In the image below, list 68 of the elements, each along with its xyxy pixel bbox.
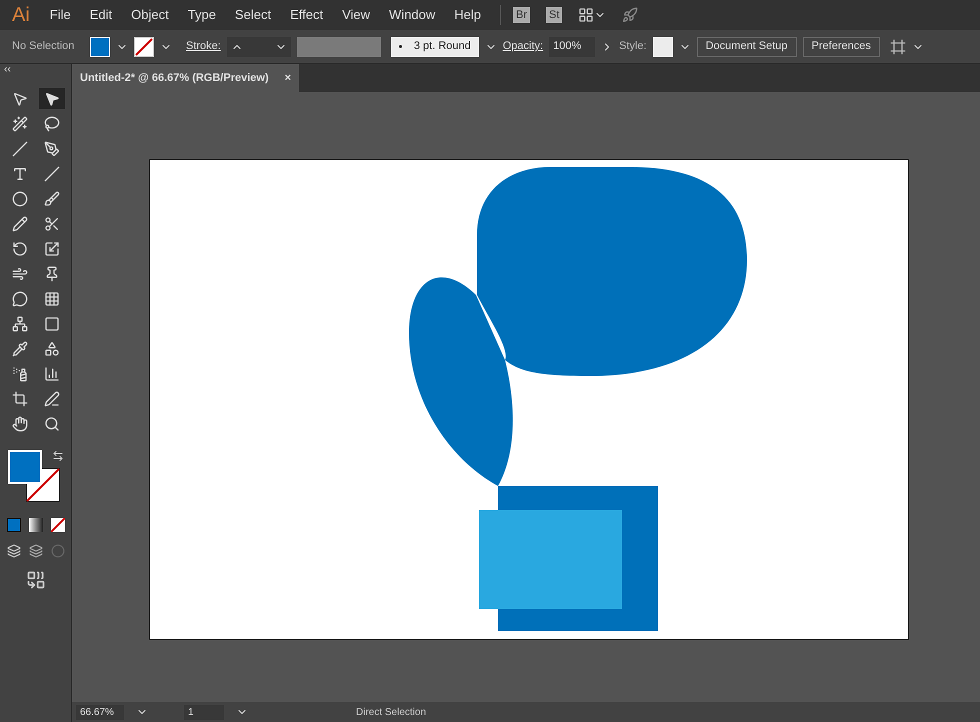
- fill-color-swatch[interactable]: [8, 450, 42, 484]
- brush-icon: [44, 190, 60, 206]
- menu-item[interactable]: Help: [454, 5, 482, 25]
- current-tool: Direct Selection: [356, 706, 426, 720]
- shape-builder-icon: [44, 340, 60, 356]
- zoom-field[interactable]: 66.67%: [76, 704, 124, 720]
- bubble-icon: [12, 290, 28, 306]
- menu-item[interactable]: File: [50, 5, 71, 25]
- stroke-label: Stroke:: [186, 39, 221, 54]
- gradient-icon: [44, 316, 60, 332]
- color-mode-swatch[interactable]: [6, 518, 20, 532]
- menu-item[interactable]: Effect: [290, 5, 324, 25]
- style-label: Style:: [619, 39, 647, 54]
- stroke-none-swatch[interactable]: [134, 36, 154, 56]
- opacity-field[interactable]: 100%: [549, 36, 596, 56]
- none-mode-swatch[interactable]: [50, 518, 64, 532]
- type-icon: [12, 166, 28, 182]
- document-title: Untitled-2* @ 66.67% (RGB/Preview): [80, 70, 269, 86]
- lasso-icon: [44, 116, 60, 132]
- selection-status: No Selection: [12, 39, 76, 54]
- menu-item[interactable]: View: [342, 5, 370, 25]
- pin-icon: [44, 266, 60, 282]
- app-logo: Ai: [12, 3, 30, 28]
- menu-item[interactable]: Select: [234, 5, 272, 25]
- menu-item[interactable]: Type: [188, 5, 216, 25]
- fill-swatch[interactable]: [90, 36, 110, 56]
- bar-chart-icon: [44, 366, 60, 382]
- rotate-icon: [12, 240, 28, 256]
- warp-icon: [12, 266, 28, 282]
- toolbar-button[interactable]: Document Setup: [696, 36, 797, 56]
- scissors-icon: [44, 216, 60, 232]
- magic-wand-icon: [12, 116, 28, 132]
- close-tab-button[interactable]: ×: [284, 70, 292, 86]
- stroke-weight-field[interactable]: [226, 36, 291, 56]
- artboard-field[interactable]: 1: [184, 704, 224, 720]
- line-segment-icon: [44, 166, 60, 182]
- app-badge[interactable]: St: [546, 6, 562, 24]
- pencil-icon: [12, 216, 28, 232]
- hand-icon: [12, 416, 28, 432]
- direct-selection-icon: [44, 90, 60, 106]
- tool-button[interactable]: [38, 88, 64, 109]
- document-tab[interactable]: Untitled-2* @ 66.67% (RGB/Preview) ×: [72, 64, 300, 92]
- brush-value: 3 pt. Round: [414, 39, 471, 54]
- app-badge[interactable]: Br: [513, 6, 530, 24]
- menu-item[interactable]: Object: [131, 5, 169, 25]
- draw-normal-icon[interactable]: [6, 544, 20, 558]
- brush-field[interactable]: 3 pt. Round: [390, 36, 479, 56]
- mesh-icon: [12, 316, 28, 332]
- scale-icon: [44, 240, 60, 256]
- menu-item[interactable]: Edit: [90, 5, 112, 25]
- collapse-toggle[interactable]: ‹‹: [0, 64, 11, 76]
- selection-icon: [12, 90, 28, 106]
- zoom-icon: [44, 416, 60, 432]
- perspective-grid-icon: [44, 290, 60, 306]
- draw-behind-icon[interactable]: [28, 544, 42, 558]
- gradient-mode-swatch[interactable]: [28, 518, 42, 532]
- style-swatch[interactable]: [652, 36, 673, 56]
- pen-icon: [44, 140, 60, 156]
- menu-item[interactable]: Window: [389, 5, 436, 25]
- toolbar-button[interactable]: Preferences: [802, 36, 880, 56]
- opacity-label: Opacity:: [502, 39, 544, 54]
- swap-icon[interactable]: [52, 450, 64, 462]
- workspace-icon[interactable]: [578, 7, 594, 23]
- ellipse-icon: [12, 190, 28, 206]
- spray-icon: [12, 366, 28, 382]
- line-icon: [12, 140, 28, 156]
- pen-line-icon: [44, 390, 60, 406]
- eyedropper-icon: [12, 340, 28, 356]
